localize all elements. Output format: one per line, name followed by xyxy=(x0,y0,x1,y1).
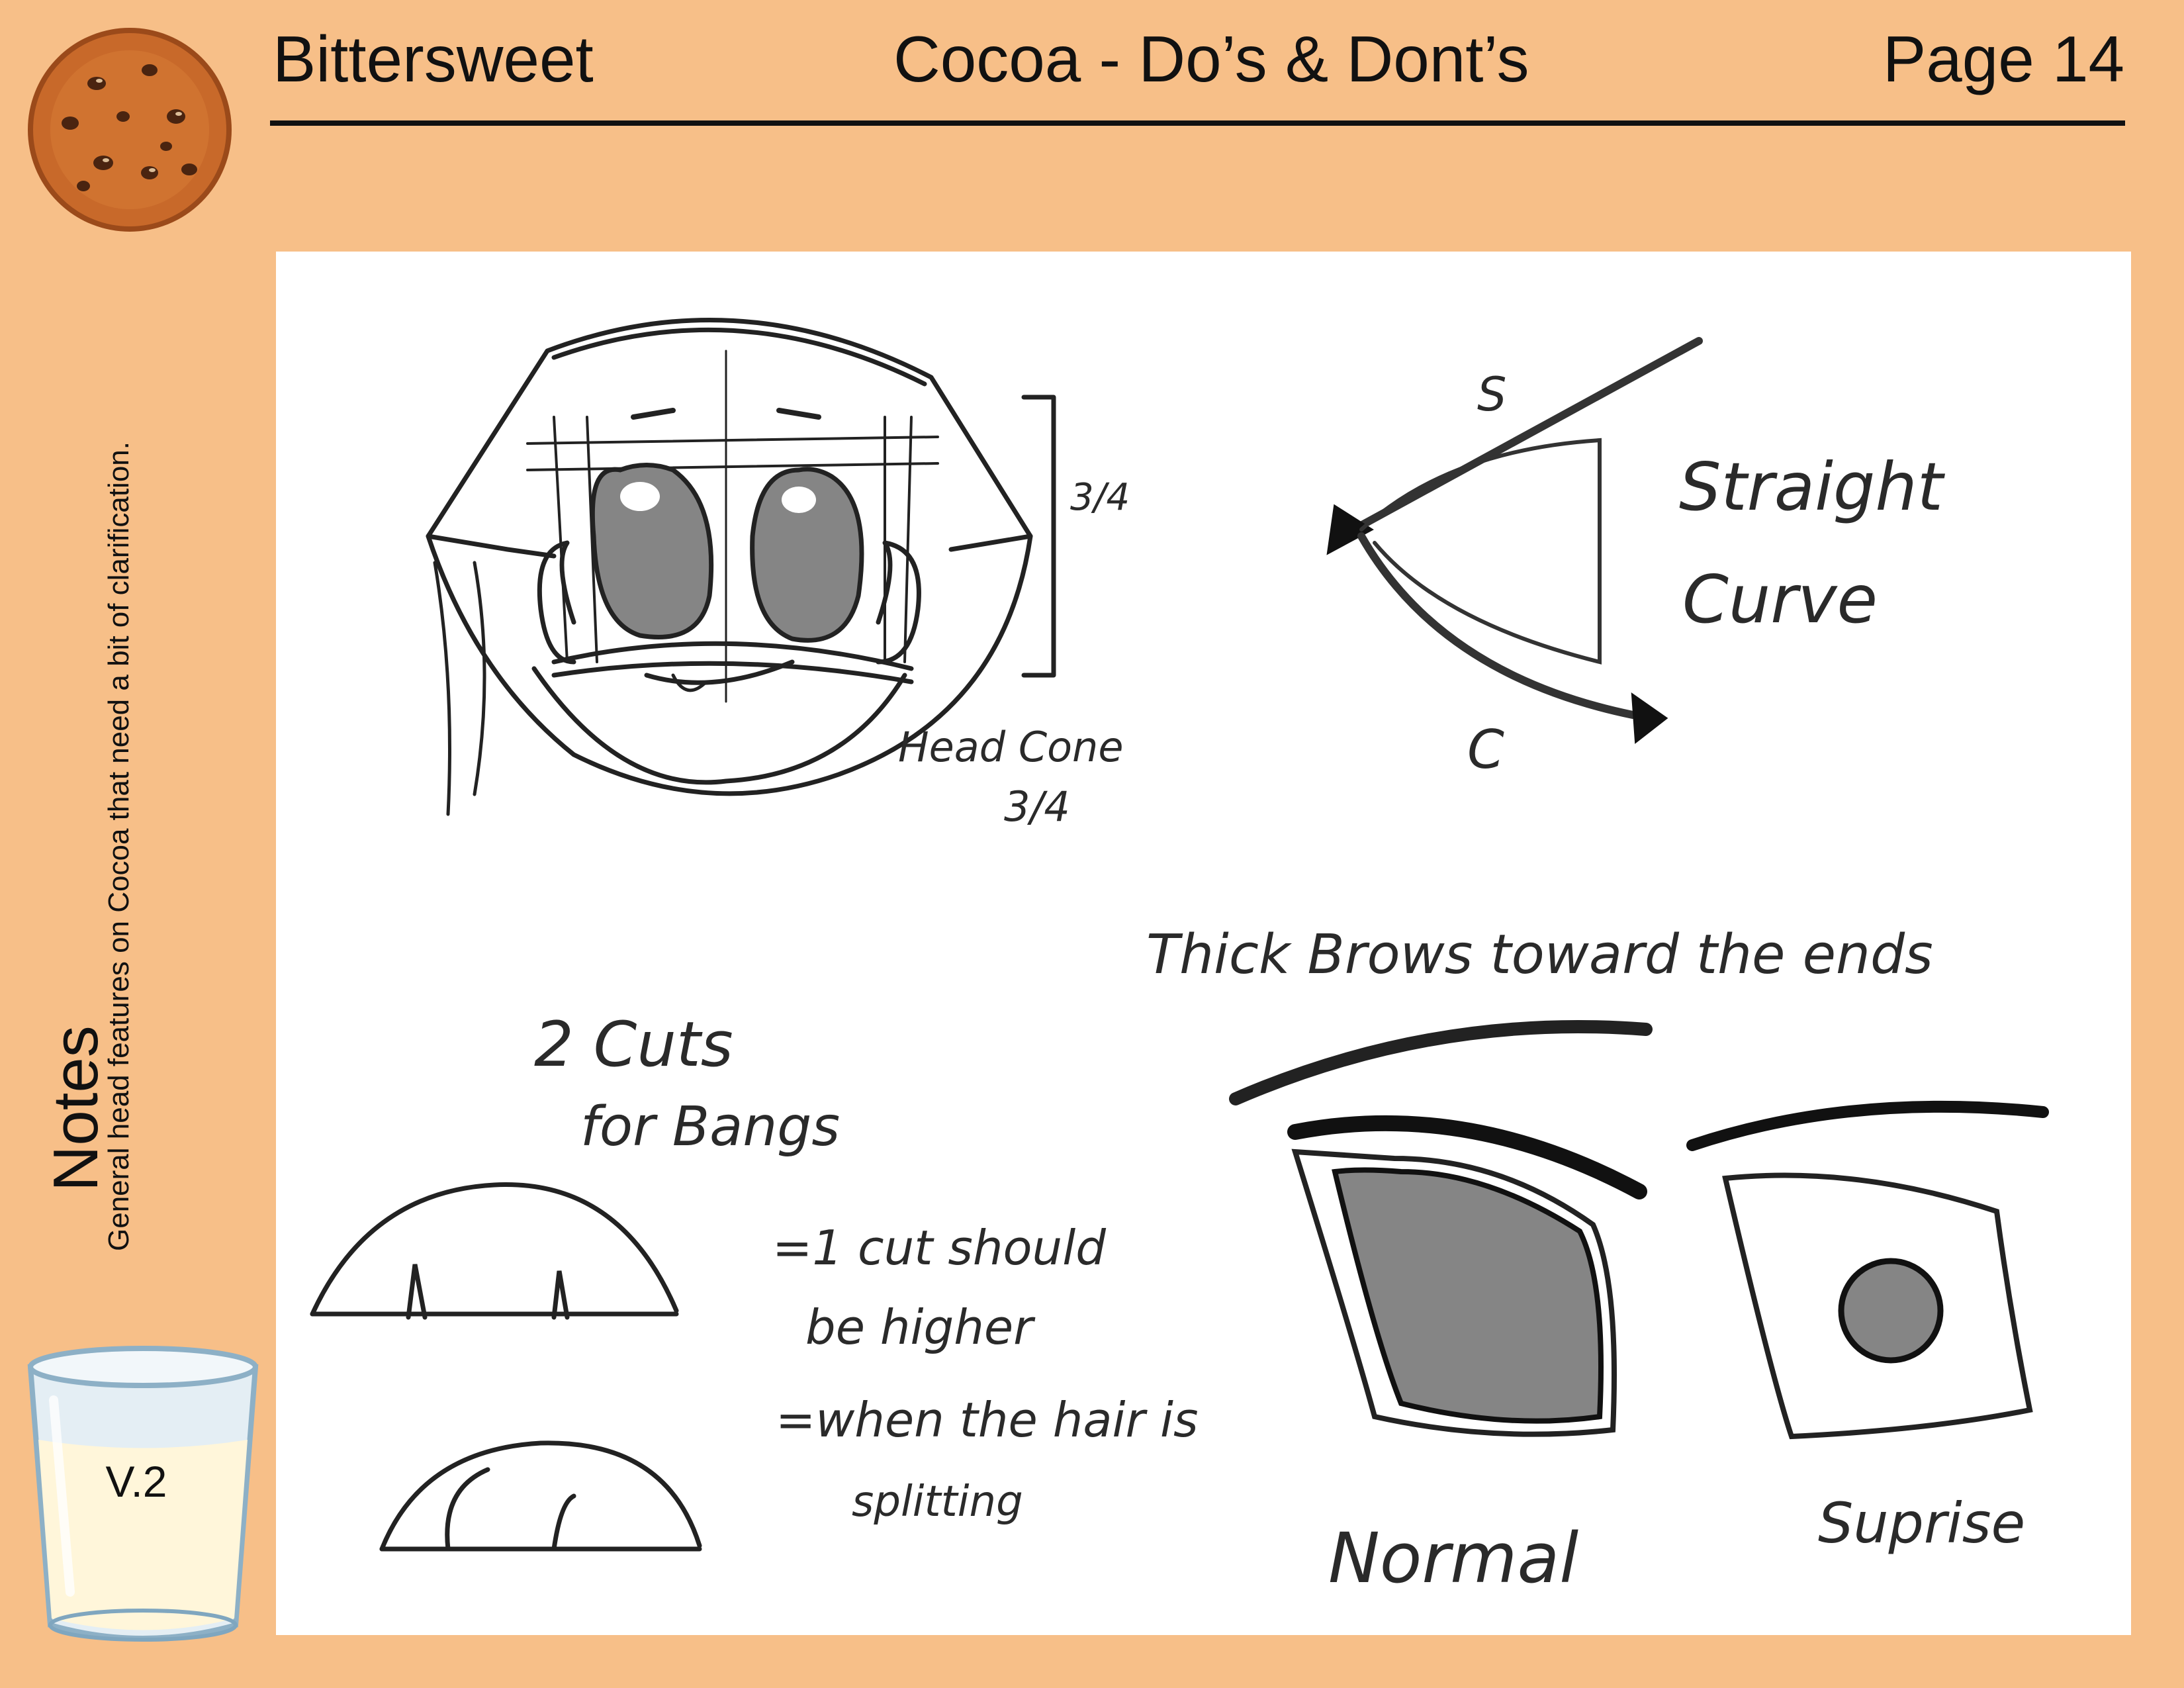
notes-title: Notes xyxy=(40,1025,111,1192)
notes-sidebar: Notes General head features on Cocoa tha… xyxy=(20,318,135,1271)
c-label: C xyxy=(1467,719,1504,780)
page-title: Cocoa - Do’s & Dont’s xyxy=(893,23,1529,95)
cut-note-1b: be higher xyxy=(805,1299,1036,1355)
head-eyes xyxy=(590,463,864,643)
surprise-label: Suprise xyxy=(1818,1491,2025,1556)
header-rule xyxy=(270,120,2125,126)
ratio-label: 3/4 xyxy=(1070,476,1130,519)
bangs-label-line1: 2 Cuts xyxy=(534,1009,733,1081)
page-number: Page 14 xyxy=(1882,23,2124,95)
version-label: V.2 xyxy=(105,1457,167,1506)
s-label: S xyxy=(1477,367,1506,422)
cut-note-2b: splitting xyxy=(852,1477,1023,1526)
sketch-panel: 3/4 Head Cone 3/4 S C Straight Curve Thi… xyxy=(276,252,2131,1635)
sketch-canvas: 3/4 Head Cone 3/4 S C Straight Curve Thi… xyxy=(310,318,2049,1599)
brows-note: Thick Brows toward the ends xyxy=(1146,923,1933,986)
cut-note-1a: =1 cut should xyxy=(772,1220,1107,1276)
bangs-label-line2: for Bangs xyxy=(580,1096,840,1158)
notes-description: General head features on Cocoa that need… xyxy=(103,442,135,1251)
book-title: Bittersweet xyxy=(273,23,594,95)
cookie-icon xyxy=(28,28,232,232)
curve-label: Curve xyxy=(1682,561,1878,638)
straight-label: Straight xyxy=(1679,448,1946,526)
cut-note-2a: =when the hair is xyxy=(776,1392,1198,1448)
straight-curve-diagram xyxy=(1326,337,1703,744)
bangs-sketches xyxy=(310,1182,702,1552)
eye-examples xyxy=(1229,1019,2049,1440)
head-cone-ratio: 3/4 xyxy=(1004,782,1070,831)
head-cone-label: Head Cone xyxy=(898,723,1124,771)
normal-label: Normal xyxy=(1328,1518,1578,1599)
